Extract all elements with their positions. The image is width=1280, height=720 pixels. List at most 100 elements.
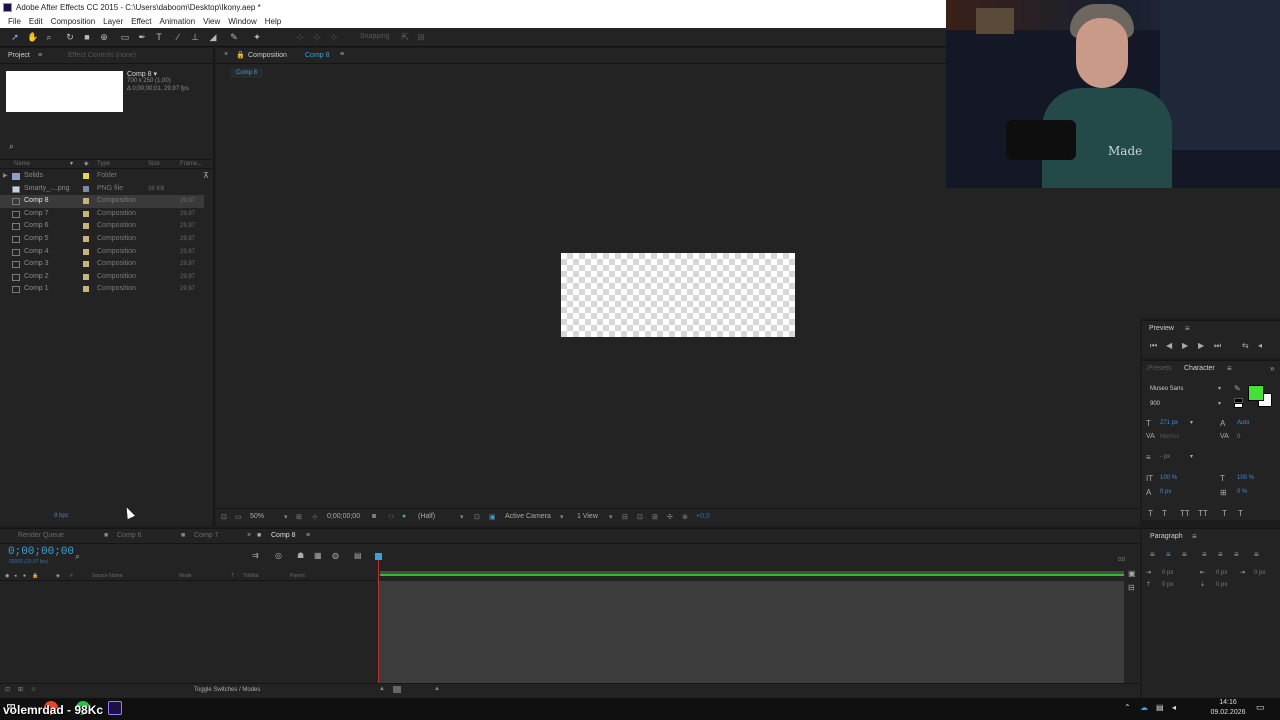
panel-menu-icon[interactable]: ≡ bbox=[38, 52, 42, 59]
selection-tool-icon[interactable]: ➚ bbox=[10, 32, 20, 42]
view-layout-dropdown[interactable]: 1 View bbox=[577, 513, 598, 520]
column-mode[interactable]: Mode bbox=[179, 573, 192, 579]
solo-switch-icon[interactable]: ● bbox=[23, 573, 26, 579]
align-right-icon[interactable]: ≡ bbox=[1182, 550, 1187, 559]
first-frame-icon[interactable]: ⏮ bbox=[1150, 341, 1157, 351]
zoom-tool-icon[interactable]: ⌕ bbox=[44, 32, 54, 42]
time-ruler[interactable]: 01f bbox=[378, 549, 1125, 571]
subscript-icon[interactable]: T bbox=[1238, 509, 1243, 518]
tab-effect-controls[interactable]: Effect Controls (none) bbox=[68, 52, 136, 59]
preview-title[interactable]: Preview bbox=[1149, 325, 1174, 332]
lock-switch-icon[interactable]: 🔒 bbox=[32, 573, 38, 579]
menu-layer[interactable]: Layer bbox=[99, 15, 127, 28]
tab-composition[interactable]: Composition bbox=[248, 52, 287, 59]
kerning-value[interactable]: Metrics bbox=[1160, 434, 1179, 440]
column-t[interactable]: T bbox=[231, 573, 234, 579]
list-item[interactable]: Smarty_....png PNG file 38 KB bbox=[0, 183, 204, 196]
label-column-icon[interactable]: ◈ bbox=[84, 160, 89, 167]
tab-composition-name[interactable]: Comp 8 bbox=[305, 52, 330, 59]
small-caps-icon[interactable]: TT bbox=[1198, 509, 1208, 518]
list-item[interactable]: Comp 8 Composition 29,97 bbox=[0, 195, 204, 208]
label-swatch[interactable] bbox=[83, 236, 89, 242]
font-style-dropdown[interactable]: 900 bbox=[1150, 401, 1160, 407]
white-swatch[interactable] bbox=[1234, 403, 1243, 408]
bit-depth-button[interactable]: 8 bpc bbox=[54, 513, 69, 519]
menu-help[interactable]: Help bbox=[261, 15, 285, 28]
graph-editor-icon[interactable]: ▤ bbox=[354, 551, 362, 560]
current-time-display[interactable]: 0;00;00;00 bbox=[8, 546, 74, 558]
column-trkmat[interactable]: TrkMat bbox=[243, 573, 258, 579]
reset-exposure-icon[interactable]: ⊗ bbox=[682, 513, 688, 521]
network-icon[interactable]: ▤ bbox=[1156, 703, 1164, 712]
composition-mini-flowchart-icon[interactable]: ⇉ bbox=[252, 551, 259, 560]
menu-composition[interactable]: Composition bbox=[47, 15, 99, 28]
next-frame-icon[interactable]: ▶ bbox=[1198, 341, 1204, 350]
flowchart-icon[interactable]: ✣ bbox=[667, 513, 673, 521]
fit-region-icon[interactable]: ⊞ bbox=[296, 513, 302, 521]
list-item[interactable]: Comp 2 Composition 29,97 bbox=[0, 271, 204, 284]
label-swatch[interactable] bbox=[83, 248, 89, 255]
transfer-controls-icon[interactable]: ⊞ bbox=[18, 686, 23, 693]
all-caps-icon[interactable]: TT bbox=[1180, 509, 1190, 518]
label-swatch[interactable] bbox=[83, 261, 89, 268]
search-icon[interactable]: ⌕ bbox=[9, 141, 14, 152]
list-item[interactable]: Comp 1 Composition 29,97 bbox=[0, 283, 204, 296]
layer-switches-icon[interactable]: ⊡ bbox=[5, 686, 10, 693]
show-hidden-icons-icon[interactable]: ⌃ bbox=[1124, 703, 1131, 712]
region-of-interest-icon[interactable]: ⊡ bbox=[474, 513, 480, 521]
label-swatch[interactable] bbox=[83, 185, 89, 192]
fill-color-swatch[interactable] bbox=[1248, 385, 1264, 401]
composition-canvas[interactable] bbox=[561, 253, 795, 337]
column-parent[interactable]: Parent bbox=[290, 573, 305, 579]
selected-item-name[interactable]: Comp 8 ▾ bbox=[127, 70, 157, 78]
baseline-shift-value[interactable]: 0 px bbox=[1160, 489, 1171, 495]
audio-switch-icon[interactable]: ◂ bbox=[14, 573, 17, 579]
navigator-icon[interactable]: ⊟ bbox=[1128, 583, 1135, 592]
list-item[interactable]: Comp 5 Composition 29,97 bbox=[0, 233, 204, 246]
rotation-tool-icon[interactable]: ↻ bbox=[65, 32, 75, 42]
search-icon[interactable]: ⌕ bbox=[75, 551, 80, 562]
zoom-out-icon[interactable]: ▲ bbox=[379, 686, 385, 692]
tsume-value[interactable]: 0 % bbox=[1237, 489, 1247, 495]
tracking-value[interactable]: 0 bbox=[1237, 434, 1240, 440]
snapping-icon[interactable]: ⇱ bbox=[400, 32, 410, 42]
align-left-icon[interactable]: ≡ bbox=[1150, 550, 1155, 559]
leading-value[interactable]: Auto bbox=[1237, 420, 1249, 426]
magnification-dropdown[interactable]: 50% bbox=[250, 513, 264, 520]
menu-effect[interactable]: Effect bbox=[127, 15, 155, 28]
shy-layers-icon[interactable]: ☗ bbox=[297, 551, 304, 560]
space-before-value[interactable]: 0 px bbox=[1162, 582, 1173, 588]
volume-icon[interactable]: ◂ bbox=[1172, 703, 1176, 712]
hand-tool-icon[interactable]: ✋ bbox=[27, 32, 38, 42]
label-swatch[interactable] bbox=[83, 198, 89, 205]
font-size-value[interactable]: 271 px bbox=[1160, 420, 1178, 426]
label-swatch[interactable] bbox=[83, 210, 89, 217]
eyedropper-icon[interactable]: ✎ bbox=[1234, 384, 1241, 393]
paragraph-title[interactable]: Paragraph bbox=[1150, 533, 1183, 540]
expand-arrow-icon[interactable]: ▶ bbox=[3, 170, 8, 182]
space-after-value[interactable]: 0 px bbox=[1216, 582, 1227, 588]
eraser-tool-icon[interactable]: ◢ bbox=[208, 32, 218, 42]
list-item[interactable]: Comp 7 Composition 29,97 bbox=[0, 208, 204, 221]
faux-bold-icon[interactable]: T bbox=[1148, 509, 1153, 518]
menu-file[interactable]: File bbox=[4, 15, 25, 28]
channel-icon[interactable]: ● bbox=[402, 513, 406, 520]
faux-italic-icon[interactable]: T bbox=[1162, 509, 1167, 518]
snapping-label[interactable]: Snapping bbox=[360, 33, 390, 40]
lock-icon[interactable]: 🔒 bbox=[236, 51, 245, 59]
black-swatch[interactable] bbox=[1234, 398, 1243, 403]
tab-project[interactable]: Project bbox=[8, 52, 30, 59]
current-time-indicator[interactable] bbox=[375, 553, 382, 560]
type-tool-icon[interactable]: T bbox=[154, 32, 164, 42]
current-time-display[interactable]: 0;00;00;00 bbox=[327, 513, 360, 520]
list-item[interactable]: Comp 3 Composition 29,97 bbox=[0, 258, 204, 271]
chevron-down-icon[interactable]: ▾ bbox=[1190, 453, 1193, 460]
chevron-down-icon[interactable]: ▾ bbox=[284, 513, 288, 521]
system-clock[interactable]: 14:16 09.02.2026 bbox=[1208, 698, 1248, 718]
label-swatch[interactable] bbox=[83, 173, 89, 179]
clone-stamp-tool-icon[interactable]: ⊥ bbox=[190, 32, 200, 42]
justify-all-icon[interactable]: ≡ bbox=[1254, 550, 1259, 559]
menu-view[interactable]: View bbox=[199, 15, 224, 28]
panel-menu-icon[interactable]: ≡ bbox=[1185, 324, 1190, 333]
chevron-down-icon[interactable]: ▾ bbox=[460, 513, 464, 521]
